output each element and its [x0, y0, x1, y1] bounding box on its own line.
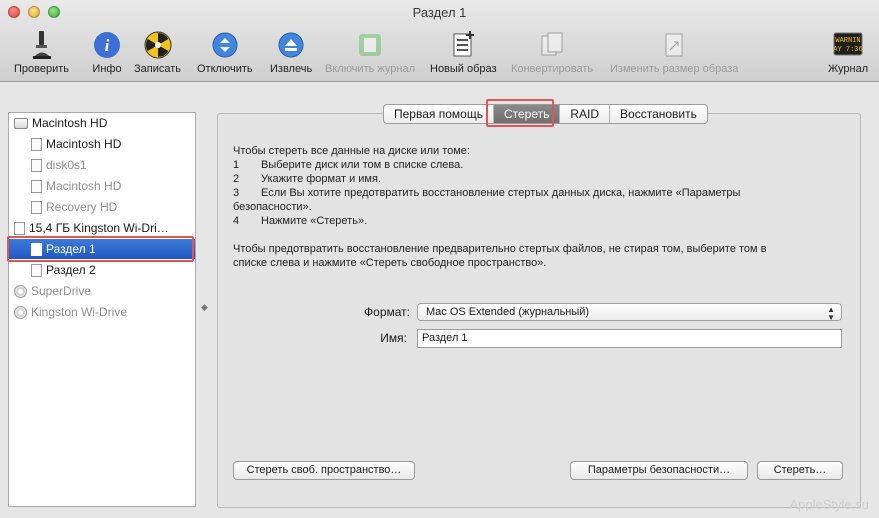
instruction-step: 1 Выберите диск или том в списке слева. [233, 159, 464, 171]
enable-journal-button[interactable]: Включить журнал [325, 30, 415, 78]
sidebar-item-volume[interactable]: Recovery HD [9, 197, 195, 217]
tab-raid[interactable]: RAID [560, 105, 611, 123]
erase-free-space-button[interactable]: Стереть своб. пространство… [233, 461, 415, 480]
format-label: Формат: [364, 305, 410, 319]
verify-button[interactable]: Проверить [14, 30, 69, 78]
burn-button[interactable]: Записать [134, 30, 181, 78]
convert-icon [537, 30, 567, 60]
name-label: Имя: [380, 331, 407, 345]
window-toolbar: Раздел 1 Проверить i Инфо Записать Отклю… [0, 0, 879, 82]
resize-image-icon [659, 30, 689, 60]
instruction-step: 4 Нажмите «Стереть». [233, 215, 368, 227]
instructions-intro: Чтобы стереть все данные на диске или то… [233, 145, 470, 157]
log-console-icon: WARNIN AY 7:36 [833, 30, 863, 60]
sidebar-item-disk[interactable]: Macintosh HD [9, 113, 195, 133]
journal-icon [355, 30, 385, 60]
usb-disk-icon [14, 221, 25, 235]
sidebar-item-volume[interactable]: Macintosh HD [9, 176, 195, 196]
updown-arrows-icon: ▲ ▼ [827, 305, 835, 322]
volume-icon [31, 179, 42, 193]
volume-icon [31, 158, 42, 172]
name-field[interactable]: Раздел 1 [417, 329, 842, 348]
selection-highlight-annotation [7, 236, 194, 262]
svg-text:i: i [105, 36, 110, 55]
instruction-step: 3 Если Вы хотите предотвратить восстанов… [233, 187, 741, 199]
security-options-button[interactable]: Параметры безопасности… [570, 461, 748, 480]
new-image-icon [448, 30, 478, 60]
format-select[interactable]: Mac OS Extended (журнальный) ▲ ▼ [417, 303, 842, 322]
sidebar-item-optical-drive[interactable]: Kingston Wi-Drive [9, 302, 195, 322]
convert-button[interactable]: Конвертировать [511, 30, 593, 78]
instruction-step-continued: безопасности». [233, 201, 312, 213]
resize-image-button[interactable]: Изменить размер образа [610, 30, 738, 78]
instruction-step: 2 Укажите формат и имя. [233, 173, 381, 185]
splitter-handle[interactable]: ◆ [201, 302, 208, 313]
disk-list-sidebar[interactable]: Macintosh HD Macintosh HD disk0s1 Macint… [8, 112, 196, 507]
unmount-icon [210, 30, 240, 60]
svg-text:AY 7:36: AY 7:36 [833, 46, 862, 54]
eject-button[interactable]: Извлечь [270, 30, 312, 78]
sidebar-item-volume[interactable]: disk0s1 [9, 155, 195, 175]
window-title: Раздел 1 [412, 5, 467, 20]
sidebar-item-optical-drive[interactable]: SuperDrive [9, 281, 195, 301]
free-space-instructions: Чтобы предотвратить восстановление предв… [233, 243, 767, 255]
burn-radiation-icon [143, 30, 173, 60]
erase-button[interactable]: Стереть… [757, 461, 843, 480]
optical-disc-icon [14, 284, 27, 298]
hard-disk-icon [14, 117, 28, 129]
tab-highlight-annotation [486, 99, 554, 127]
tab-first-aid[interactable]: Первая помощь [384, 105, 494, 123]
sidebar-item-volume[interactable]: Macintosh HD [9, 134, 195, 154]
info-button[interactable]: i Инфо [92, 30, 122, 78]
info-icon: i [92, 30, 122, 60]
free-space-instructions: списке слева и нажмите «Стереть свободно… [233, 257, 547, 269]
eject-icon [276, 30, 306, 60]
unmount-button[interactable]: Отключить [197, 30, 253, 78]
svg-text:WARNIN: WARNIN [835, 37, 860, 45]
watermark: AppleStyle.su [789, 497, 870, 512]
log-button[interactable]: WARNIN AY 7:36 Журнал [828, 30, 868, 78]
tab-restore[interactable]: Восстановить [610, 105, 707, 123]
optical-disc-icon [14, 305, 27, 319]
new-image-button[interactable]: Новый образ [430, 30, 497, 78]
sidebar-item-disk[interactable]: 15,4 ГБ Kingston Wi-Dri… [9, 218, 195, 238]
microscope-icon [27, 30, 57, 60]
volume-icon [31, 263, 42, 277]
volume-icon [31, 200, 42, 214]
volume-icon [31, 137, 42, 151]
sidebar-item-volume[interactable]: Раздел 2 [9, 260, 195, 280]
